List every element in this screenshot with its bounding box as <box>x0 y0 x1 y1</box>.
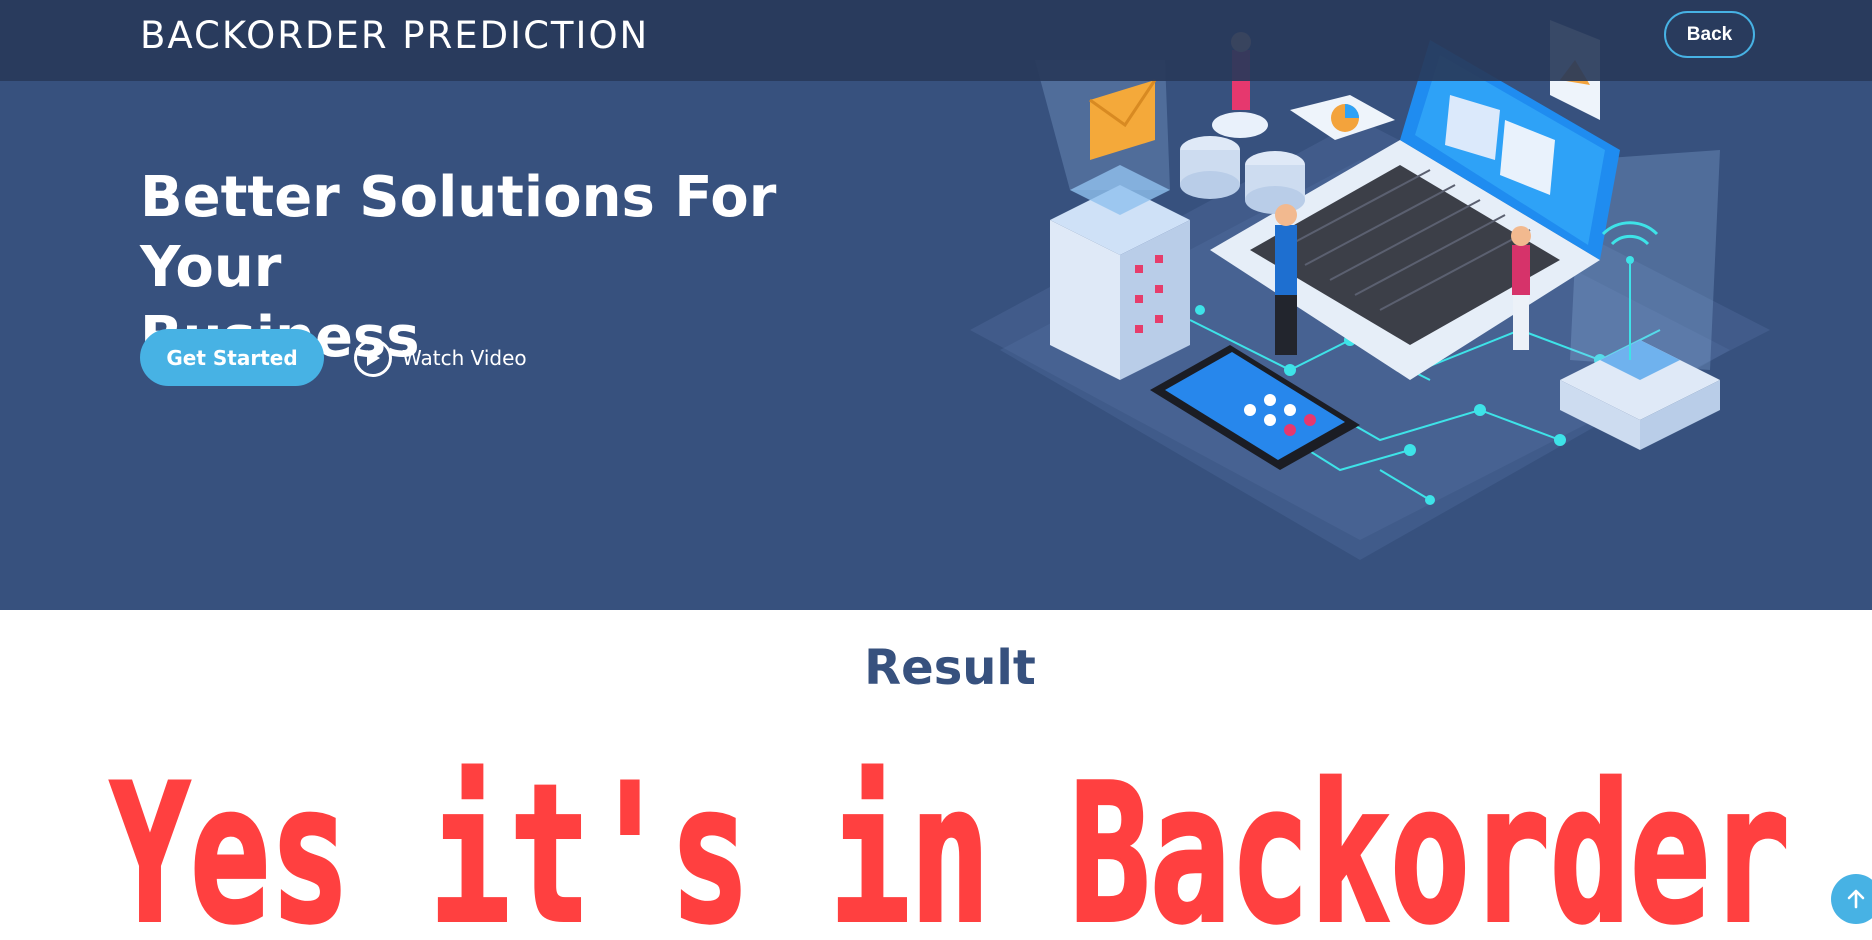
prediction-result: Yes it's in Backorder <box>108 760 1792 940</box>
hero-section: BACKORDER PREDICTION Back Better Solutio… <box>0 0 1872 610</box>
arrow-up-icon <box>1847 889 1865 909</box>
result-title: Result <box>864 640 1036 696</box>
brand-logo-text[interactable]: BACKORDER PREDICTION <box>140 14 649 57</box>
back-to-top-button[interactable] <box>1831 874 1872 924</box>
play-circle-icon <box>354 339 392 377</box>
watch-video-label: Watch Video <box>402 346 527 370</box>
hero-illustration <box>970 20 1770 560</box>
get-started-button[interactable]: Get Started <box>140 329 324 386</box>
site-header: BACKORDER PREDICTION Back <box>0 0 1872 81</box>
hero-headline-line1: Better Solutions For Your <box>140 165 777 300</box>
prediction-text: Yes it's in Backorder <box>110 760 1790 940</box>
watch-video-link[interactable]: Watch Video <box>354 337 527 379</box>
back-button[interactable]: Back <box>1664 11 1755 58</box>
